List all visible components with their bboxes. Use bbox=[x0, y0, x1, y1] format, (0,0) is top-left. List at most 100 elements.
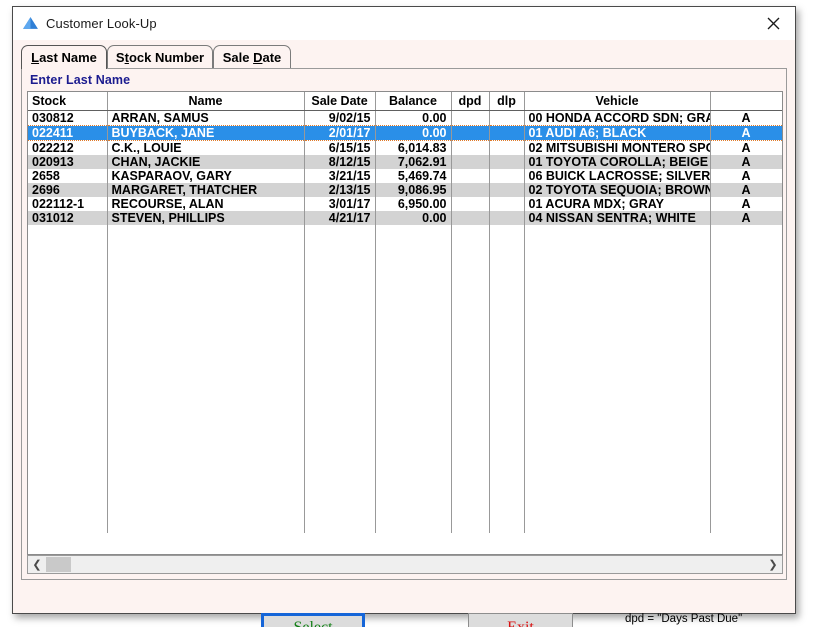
table-filler-row bbox=[28, 337, 782, 351]
filler-cell bbox=[28, 239, 108, 253]
table-filler-row bbox=[28, 309, 782, 323]
filler-cell bbox=[451, 351, 490, 365]
filler-cell bbox=[710, 463, 782, 477]
filler-cell bbox=[304, 393, 376, 407]
table-filler-row bbox=[28, 253, 782, 267]
scrollbar-track[interactable] bbox=[46, 556, 764, 573]
filler-cell bbox=[28, 421, 108, 435]
cell-balance: 0.00 bbox=[375, 110, 452, 126]
filler-cell bbox=[375, 435, 452, 449]
filler-cell bbox=[489, 407, 525, 421]
filler-cell bbox=[375, 225, 452, 239]
column-header-name[interactable]: Name bbox=[107, 92, 305, 111]
filler-cell bbox=[107, 337, 305, 351]
table-header-row: Stock Name Sale Date Balance dpd dlp Veh… bbox=[28, 92, 782, 111]
column-header-sale-date[interactable]: Sale Date bbox=[304, 92, 376, 111]
tab-last-name[interactable]: Last Name bbox=[21, 45, 107, 69]
filler-cell bbox=[524, 365, 711, 379]
cell-stock: 031012 bbox=[28, 211, 108, 225]
table-row[interactable]: 031012 STEVEN, PHILLIPS 4/21/17 0.00 04 NISS… bbox=[28, 211, 782, 225]
filler-cell bbox=[710, 309, 782, 323]
filler-cell bbox=[28, 225, 108, 239]
filler-cell bbox=[304, 253, 376, 267]
scroll-right-arrow-icon[interactable]: ❯ bbox=[764, 556, 782, 573]
filler-cell bbox=[107, 253, 305, 267]
cell-sale-date: 8/12/15 bbox=[304, 155, 376, 169]
scroll-left-arrow-icon[interactable]: ❮ bbox=[28, 556, 46, 573]
filler-cell bbox=[28, 379, 108, 393]
filler-cell bbox=[451, 295, 490, 309]
cell-name: MARGARET, THATCHER bbox=[107, 183, 305, 197]
column-header-stock[interactable]: Stock bbox=[28, 92, 108, 111]
table-filler-row bbox=[28, 267, 782, 281]
cell-vehicle: 04 NISSAN SENTRA; WHITE bbox=[524, 211, 711, 225]
filler-cell bbox=[375, 281, 452, 295]
column-header-vehicle[interactable]: Vehicle bbox=[524, 92, 711, 111]
filler-cell bbox=[304, 463, 376, 477]
cell-balance: 7,062.91 bbox=[375, 155, 452, 169]
filler-cell bbox=[375, 309, 452, 323]
filler-cell bbox=[28, 267, 108, 281]
filler-cell bbox=[451, 477, 490, 491]
cell-dlp bbox=[489, 110, 525, 126]
customer-grid[interactable]: Stock Name Sale Date Balance dpd dlp Veh… bbox=[27, 91, 783, 555]
exit-button[interactable]: Exit bbox=[468, 613, 573, 627]
cell-stock: 2696 bbox=[28, 183, 108, 197]
section-label: Enter Last Name bbox=[30, 73, 131, 87]
filler-cell bbox=[524, 463, 711, 477]
filler-cell bbox=[710, 253, 782, 267]
filler-cell bbox=[524, 379, 711, 393]
filler-cell bbox=[375, 505, 452, 519]
column-header-status[interactable] bbox=[710, 92, 782, 111]
table-filler-row bbox=[28, 281, 782, 295]
filler-cell bbox=[375, 463, 452, 477]
column-header-dlp[interactable]: dlp bbox=[489, 92, 525, 111]
scrollbar-thumb[interactable] bbox=[46, 557, 71, 572]
table-row[interactable]: 2658 KASPARAOV, GARY 3/21/15 5,469.74 06 BUI… bbox=[28, 169, 782, 183]
cell-dpd bbox=[451, 125, 490, 141]
cell-vehicle: 00 HONDA ACCORD SDN; GRAY bbox=[524, 110, 711, 126]
lookup-panel: Enter Last Name Stock Name Sale Date Bal… bbox=[21, 68, 787, 580]
filler-cell bbox=[710, 449, 782, 463]
close-window-button[interactable] bbox=[751, 7, 795, 40]
filler-cell bbox=[28, 519, 108, 533]
column-header-balance[interactable]: Balance bbox=[375, 92, 452, 111]
cell-stock: 022411 bbox=[28, 125, 108, 141]
tab-sale-date[interactable]: Sale Date bbox=[213, 45, 291, 69]
cell-sale-date: 3/01/17 bbox=[304, 197, 376, 211]
table-row[interactable]: 022212 C.K., LOUIE 6/15/15 6,014.83 02 MITSU… bbox=[28, 140, 782, 155]
cell-sale-date: 4/21/17 bbox=[304, 211, 376, 225]
title-bar: Customer Look-Up bbox=[13, 7, 795, 40]
legend-dpd: dpd = "Days Past Due" bbox=[625, 613, 743, 625]
tab-stock-number[interactable]: St ock Number bbox=[107, 45, 213, 69]
filler-cell bbox=[304, 505, 376, 519]
filler-cell bbox=[451, 365, 490, 379]
cell-status: A bbox=[710, 169, 782, 183]
table-row[interactable]: 030812 ARRAN, SAMUS 9/02/15 0.00 00 HONDA AC… bbox=[28, 110, 782, 126]
filler-cell bbox=[375, 491, 452, 505]
table-row[interactable]: 022112-1 RECOURSE, ALAN 3/01/17 6,950.00 01 … bbox=[28, 197, 782, 211]
filler-cell bbox=[524, 435, 711, 449]
cell-sale-date: 3/21/15 bbox=[304, 169, 376, 183]
cell-dlp bbox=[489, 169, 525, 183]
filler-cell bbox=[28, 491, 108, 505]
select-button[interactable]: Select bbox=[261, 613, 365, 627]
table-row[interactable]: 020913 CHAN, JACKIE 8/12/15 7,062.91 01 TOYO… bbox=[28, 155, 782, 169]
cell-dpd bbox=[451, 140, 490, 155]
cell-dlp bbox=[489, 211, 525, 225]
filler-cell bbox=[524, 267, 711, 281]
cell-dpd bbox=[451, 169, 490, 183]
table-row[interactable]: 2696 MARGARET, THATCHER 2/13/15 9,086.95 02 … bbox=[28, 183, 782, 197]
filler-cell bbox=[107, 505, 305, 519]
table-row[interactable]: 022411 BUYBACK, JANE 2/01/17 0.00 01 AUDI A6… bbox=[28, 125, 782, 141]
filler-cell bbox=[451, 379, 490, 393]
filler-cell bbox=[451, 239, 490, 253]
cell-status: A bbox=[710, 110, 782, 126]
column-header-dpd[interactable]: dpd bbox=[451, 92, 490, 111]
cell-dpd bbox=[451, 211, 490, 225]
filler-cell bbox=[489, 365, 525, 379]
filler-cell bbox=[304, 365, 376, 379]
filler-cell bbox=[304, 519, 376, 533]
horizontal-scrollbar[interactable]: ❮ ❯ bbox=[27, 555, 783, 574]
select-button-accel: S bbox=[293, 619, 302, 627]
